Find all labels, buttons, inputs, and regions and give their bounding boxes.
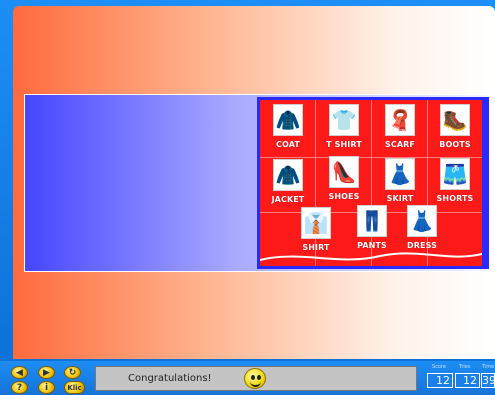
piece-label: SKIRT [386, 194, 414, 203]
score-label: Score [432, 364, 447, 370]
repeat-icon[interactable]: ↻ [64, 366, 81, 379]
score-counter: 12 [427, 373, 453, 388]
piece-label: COAT [276, 140, 300, 149]
info-button[interactable]: i [38, 381, 55, 394]
puzzle-piece-boots[interactable]: 🥾 BOOTS [427, 102, 482, 160]
jacket-icon: 🧥 [273, 159, 303, 191]
tries-counter: 12 [455, 373, 480, 388]
puzzle-grid: 🧥 COAT 👕 T SHIRT 🧣 SCARF 🥾 BOOTS 🧥 JACKE… [260, 100, 482, 266]
arrow-left-icon[interactable]: ◀ [11, 366, 28, 379]
message-box: Congratulations! [95, 366, 417, 391]
smiley-icon [244, 368, 266, 389]
wave-decoration [260, 252, 482, 261]
skirt-icon: 👗 [385, 158, 415, 190]
puzzle-piece-tshirt[interactable]: 👕 T SHIRT [316, 102, 372, 160]
time-counter: 393 [481, 373, 495, 388]
piece-label: T SHIRT [326, 140, 362, 149]
scarf-icon: 🧣 [385, 104, 415, 136]
piece-label: JACKET [271, 195, 305, 204]
boots-icon: 🥾 [440, 104, 470, 136]
shorts-icon: 🩳 [440, 158, 470, 190]
pants-icon: 👖 [357, 205, 387, 237]
piece-label: SHOES [328, 192, 360, 201]
smiley-mouth [250, 380, 261, 387]
puzzle-piece-coat[interactable]: 🧥 COAT [260, 102, 316, 160]
piece-label: BOOTS [439, 140, 471, 149]
time-label: Time [482, 364, 495, 370]
puzzle-piece-scarf[interactable]: 🧣 SCARF [372, 102, 428, 160]
shirt-icon: 👔 [301, 207, 331, 239]
coat-icon: 🧥 [273, 104, 303, 136]
status-message: Congratulations! [128, 373, 212, 384]
exit-button[interactable]: Klic [64, 381, 85, 394]
tries-label: Tries [459, 364, 471, 370]
dress-icon: 👗 [407, 205, 437, 237]
puzzle-board: 🧥 COAT 👕 T SHIRT 🧣 SCARF 🥾 BOOTS 🧥 JACKE… [257, 97, 489, 269]
help-button[interactable]: ? [11, 381, 28, 394]
piece-label: SHORTS [436, 194, 474, 203]
tshirt-icon: 👕 [329, 104, 359, 136]
piece-label: SCARF [385, 140, 415, 149]
arrow-right-icon[interactable]: ▶ [38, 366, 55, 379]
shoes-icon: 👠 [329, 156, 359, 188]
